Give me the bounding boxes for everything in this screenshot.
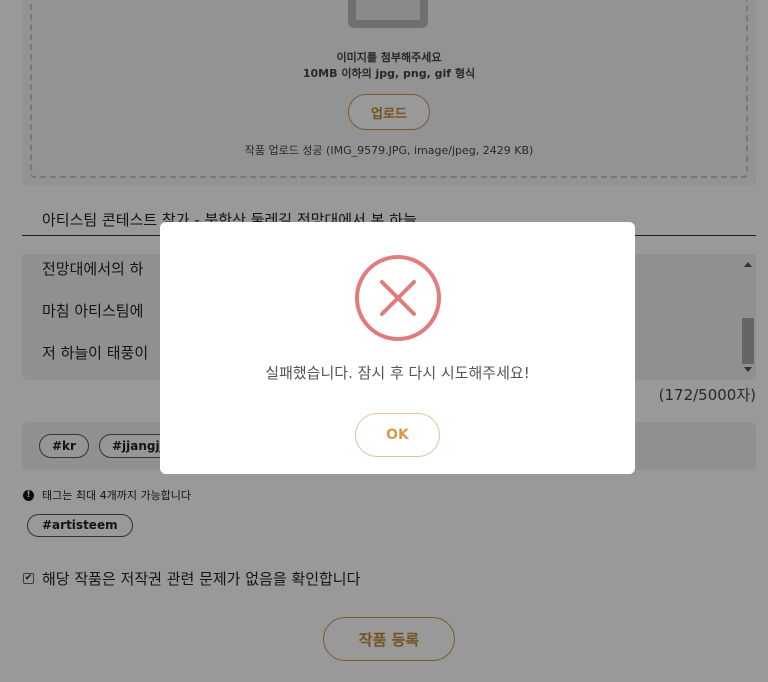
error-modal: 실패했습니다. 잠시 후 다시 시도해주세요! OK — [160, 222, 635, 474]
error-x-icon — [355, 255, 441, 341]
ok-button[interactable]: OK — [355, 413, 440, 457]
modal-message: 실패했습니다. 잠시 후 다시 시도해주세요! — [265, 364, 530, 382]
